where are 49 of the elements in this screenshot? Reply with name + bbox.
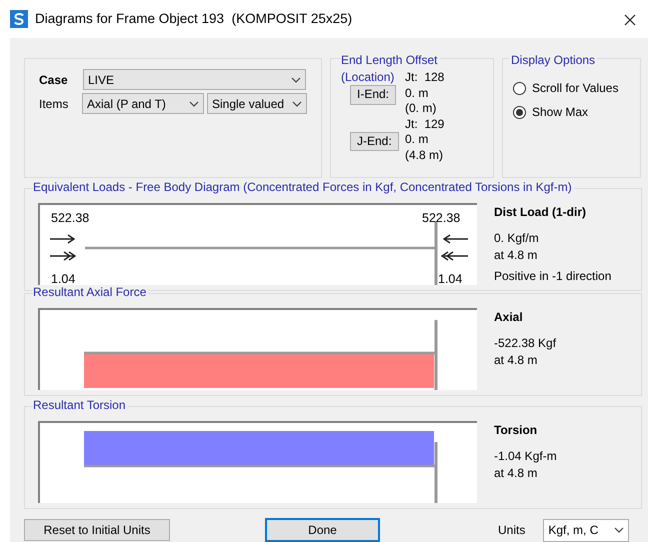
info-text: at 4.8 m	[494, 246, 538, 264]
done-button[interactable]: Done	[265, 518, 380, 542]
chevron-down-icon	[292, 100, 302, 106]
offset-value: 0. m	[405, 132, 430, 148]
info-text: 0. Kgf/m	[494, 230, 540, 247]
location-value: (4.8 m)	[405, 148, 444, 164]
items-label: Items	[39, 96, 70, 112]
chevron-down-icon	[614, 527, 624, 533]
info-title: Torsion	[494, 422, 538, 439]
radio-label[interactable]: Show Max	[532, 103, 588, 121]
force-arrow	[49, 234, 76, 244]
close-icon	[624, 14, 636, 26]
info-text: -1.04 Kgf-m	[494, 448, 557, 465]
info-text: at 4.8 m	[494, 352, 538, 369]
mode-dropdown[interactable]: Single valued	[207, 93, 307, 114]
torsion-arrow	[49, 251, 76, 261]
info-title: Dist Load (1-dir)	[494, 204, 587, 221]
location-value: (0. m)	[405, 101, 438, 117]
units-label: Units	[498, 522, 526, 539]
radio-button[interactable]	[513, 106, 526, 118]
info-title: Axial	[494, 309, 524, 326]
window-title: Diagrams for Frame Object 193 (KOMPOSIT 25x25)	[35, 10, 352, 28]
app-logo-icon	[10, 10, 28, 28]
items-dropdown[interactable]: Axial (P and T)	[82, 93, 204, 114]
end-button[interactable]: J-End:	[350, 132, 399, 152]
force-value: 522.38	[422, 212, 460, 224]
panel-title: Resultant Torsion	[33, 398, 128, 412]
info-text: at 4.8 m	[494, 464, 538, 482]
case-label: Case	[39, 72, 69, 88]
torsion-value: 1.04	[51, 273, 76, 286]
case-dropdown[interactable]: LIVE	[83, 69, 306, 90]
joint-label: Jt: 128	[405, 70, 444, 86]
chevron-down-icon	[291, 76, 301, 82]
force-value: 522.38	[51, 212, 90, 224]
radio-label[interactable]: Scroll for Values	[532, 79, 618, 97]
units-dropdown[interactable]: Kgf, m, C	[543, 518, 630, 542]
radio-button[interactable]	[513, 82, 526, 94]
force-arrow	[442, 234, 469, 244]
chevron-down-icon	[189, 100, 199, 106]
end-button[interactable]: I-End:	[350, 85, 396, 105]
reset-units-button[interactable]: Reset to Initial Units	[24, 519, 170, 541]
info-text: -522.38 Kgf	[494, 335, 556, 352]
info-text: Positive in -1 direction	[494, 268, 612, 284]
panel-title: Resultant Axial Force	[33, 285, 148, 300]
joint-label: Jt: 129	[405, 116, 444, 132]
torsion-arrow	[440, 251, 469, 261]
panel-title: Equivalent Loads - Free Body Diagram (Concentrated Forces in Kgf, Concentrated Torsions in Kgf-m)	[33, 180, 574, 194]
offset-value: 0. m	[405, 86, 430, 102]
torsion-value: 1.04	[438, 273, 462, 286]
